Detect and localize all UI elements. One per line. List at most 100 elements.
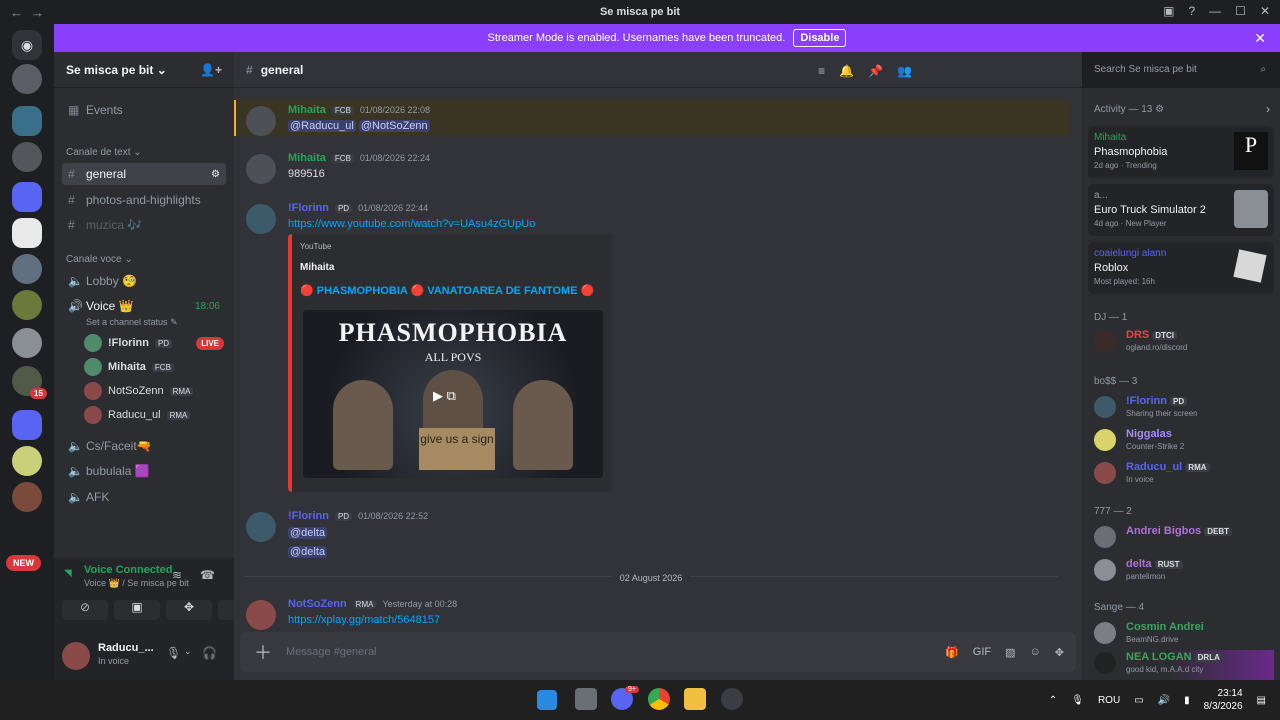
plus-icon[interactable]: ＋ xyxy=(254,639,272,665)
avatar[interactable] xyxy=(246,512,276,542)
pin-icon[interactable]: 📌 xyxy=(868,64,883,78)
events-item[interactable]: ▦ Events xyxy=(62,99,226,121)
member-item[interactable]: Cosmin Andrei BeamNG.drive xyxy=(1094,620,1274,650)
message[interactable]: Mihaita FCB 01/08/2026 22:24 989516 xyxy=(244,152,1064,186)
member-item[interactable]: Andrei Bigbos DEBT xyxy=(1094,524,1274,554)
avatar[interactable] xyxy=(246,204,276,234)
file-explorer-icon[interactable] xyxy=(684,688,706,710)
mention[interactable]: @delta xyxy=(288,527,328,539)
avatar[interactable] xyxy=(246,106,276,136)
folder-icon[interactable] xyxy=(12,410,42,440)
youtube-link[interactable]: https://www.youtube.com/watch?v=UAsu4zGU… xyxy=(288,218,535,230)
match-link[interactable]: https://xplay.gg/match/5648157 xyxy=(288,614,440,626)
voice-lobby[interactable]: 🔈 Lobby 🧐 xyxy=(62,270,226,292)
voice-bubulala[interactable]: 🔈 bubulala 🟪 xyxy=(62,460,226,482)
activities-button[interactable]: ✥ xyxy=(166,600,212,620)
message[interactable]: !Florinn PD 01/08/2026 22:52 @delta @delta xyxy=(244,510,1064,560)
voice-user[interactable]: !Florinn PD LIVE xyxy=(84,333,224,353)
activity-card[interactable]: coaielungi alann Roblox Most played: 16h xyxy=(1088,242,1274,294)
search-input[interactable]: Search Se misca pe bit ⌕ xyxy=(1088,60,1272,80)
emoji-icon[interactable]: ☺ xyxy=(1030,646,1041,659)
activity-card[interactable]: a... Euro Truck Simulator 2 4d ago · New… xyxy=(1088,184,1274,236)
message[interactable]: Mihaita FCB 01/08/2026 22:08 @Raducu_ul @N… xyxy=(244,104,1064,140)
voice-user[interactable]: NotSoZenn RMA xyxy=(84,381,194,401)
notifications-icon[interactable]: ▤ xyxy=(1257,695,1266,706)
avatar[interactable] xyxy=(62,642,90,670)
chrome-icon[interactable] xyxy=(648,688,670,710)
steam-icon[interactable] xyxy=(721,688,743,710)
member-item[interactable]: Raducu_ul RMA In voice xyxy=(1094,460,1274,490)
play-icon[interactable]: ▶ ⧉ xyxy=(433,388,456,404)
mention[interactable]: @Raducu_ul xyxy=(288,120,356,132)
username[interactable]: !Florinn xyxy=(288,202,329,214)
avatar[interactable] xyxy=(246,600,276,630)
signal-icon[interactable]: ◥ xyxy=(64,568,72,579)
microphone-icon[interactable]: 🎙 xyxy=(166,646,181,660)
sticker-icon[interactable]: ▨ xyxy=(1005,646,1015,659)
close-banner-icon[interactable]: ✕ xyxy=(1254,30,1266,47)
username[interactable]: NotSoZenn xyxy=(288,598,347,610)
server-icon[interactable] xyxy=(12,482,42,512)
camera-button[interactable]: ⊘ xyxy=(62,600,108,620)
disconnect-icon[interactable]: ☎ xyxy=(200,568,215,582)
discord-home-icon[interactable]: ◉ xyxy=(12,30,42,60)
volume-icon[interactable]: 🔊 xyxy=(1158,695,1170,706)
maximize-icon[interactable]: ☐ xyxy=(1235,4,1246,18)
member-item[interactable]: DRS DTCI ogland.ro/discord xyxy=(1094,328,1274,358)
chevron-down-icon[interactable]: ⌄ xyxy=(184,646,192,657)
headphones-icon[interactable]: 🎧 xyxy=(202,646,217,660)
inbox-icon[interactable]: ▣ xyxy=(1163,4,1174,18)
server-icon[interactable] xyxy=(12,218,42,248)
member-item[interactable]: NEA LOGAN DRLA good kid, m.A.A.d city xyxy=(1094,650,1274,680)
channel-photos[interactable]: # photos-and-highlights xyxy=(62,189,226,211)
chevron-up-icon[interactable]: ⌃ xyxy=(1049,695,1057,706)
username[interactable]: !Florinn xyxy=(288,510,329,522)
message-input[interactable]: ＋ Message #general 🎁 GIF ▨ ☺ ✥ xyxy=(240,632,1076,672)
voice-csfaceit[interactable]: 🔈 Cs/Faceit🔫 xyxy=(62,435,226,457)
voice-connected-info[interactable]: Voice Connected Voice 👑 / Se misca pe bi… xyxy=(64,564,228,594)
gif-icon[interactable]: GIF xyxy=(973,646,991,659)
noise-suppression-icon[interactable]: ≋ xyxy=(172,568,182,582)
members-icon[interactable]: 👥 xyxy=(897,64,912,78)
avatar[interactable] xyxy=(246,154,276,184)
voice-user[interactable]: Raducu_ul RMA xyxy=(84,405,191,425)
disable-button[interactable]: Disable xyxy=(793,29,847,47)
help-icon[interactable]: ? xyxy=(1188,4,1195,18)
folder-icon[interactable] xyxy=(12,182,42,212)
member-item[interactable]: Niggalas Counter-Strike 2 xyxy=(1094,427,1274,457)
embed-title[interactable]: 🔴 PHASMOPHOBIA 🔴 VANATOAREA DE FANTOME 🔴 xyxy=(300,284,594,297)
member-item[interactable]: delta RUST pantelimon xyxy=(1094,557,1274,587)
bell-icon[interactable]: 🔔 xyxy=(839,64,854,78)
start-icon[interactable] xyxy=(537,690,557,710)
minimize-icon[interactable]: — xyxy=(1209,4,1221,18)
server-icon[interactable] xyxy=(12,254,42,284)
channel-general[interactable]: # general ⚙ xyxy=(62,163,226,185)
task-view-icon[interactable] xyxy=(575,688,597,710)
server-icon[interactable] xyxy=(12,290,42,320)
network-icon[interactable]: ▭ xyxy=(1134,695,1143,706)
username[interactable]: Mihaita xyxy=(288,104,326,116)
activity-card[interactable]: Mihaita Phasmophobia 2d ago · Trending P xyxy=(1088,126,1274,178)
gift-icon[interactable]: 🎁 xyxy=(945,646,959,659)
close-icon[interactable]: ✕ xyxy=(1260,4,1270,18)
voice-channel[interactable]: 🔊 Voice 👑 18:06 xyxy=(62,295,226,317)
threads-icon[interactable]: ≡ xyxy=(818,64,825,78)
activity-header[interactable]: Activity — 13 ⚙ xyxy=(1094,104,1164,115)
username[interactable]: Mihaita xyxy=(288,152,326,164)
server-header[interactable]: Se misca pe bit ⌄ 👤+ xyxy=(54,52,234,88)
voice-afk[interactable]: 🔈 AFK xyxy=(62,486,226,508)
video-thumbnail[interactable]: PHASMOPHOBIA ALL POVS give us a sign ▶ ⧉ xyxy=(303,310,603,478)
embed-author[interactable]: Mihaita xyxy=(300,262,334,273)
microphone-icon[interactable]: 🎙 xyxy=(1071,695,1084,706)
clock[interactable]: 23:14 8/3/2026 xyxy=(1204,687,1243,713)
server-icon[interactable] xyxy=(12,446,42,476)
language-indicator[interactable]: ROU xyxy=(1098,695,1120,706)
channel-status[interactable]: Set a channel status ✎ xyxy=(86,317,178,328)
chevron-right-icon[interactable]: › xyxy=(1266,102,1270,116)
invite-icon[interactable]: 👤+ xyxy=(200,63,222,77)
mention[interactable]: @NotSoZenn xyxy=(358,120,430,132)
server-icon[interactable] xyxy=(12,328,42,358)
category-voice[interactable]: Canale voce ⌄ xyxy=(66,254,133,265)
channel-muzica[interactable]: # muzica 🎶 xyxy=(62,214,226,236)
settings-icon[interactable]: ⚙ xyxy=(211,169,220,180)
